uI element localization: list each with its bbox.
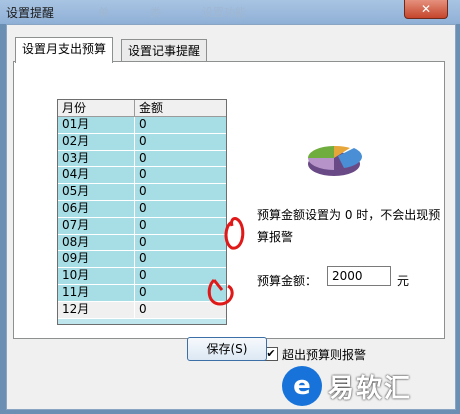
budget-unit-label: 元: [397, 274, 410, 288]
cell-month: 03月: [58, 150, 135, 167]
cell-amount[interactable]: 0: [135, 134, 226, 150]
title-bar: 设置提醒 单 类 设置功能 ✕: [0, 0, 460, 24]
cell-amount[interactable]: 0: [135, 268, 226, 284]
table-row[interactable]: 07月 0: [58, 217, 226, 235]
table-row[interactable]: 11月 0: [58, 284, 226, 302]
watermark-logo-icon: e: [282, 366, 322, 406]
budget-info-text: 预算金额设置为 0 时，不会出现预算报警: [257, 208, 441, 244]
column-header-month[interactable]: 月份: [58, 100, 135, 116]
cell-amount[interactable]: 0: [135, 201, 226, 217]
background-text: 设置功能: [202, 6, 246, 19]
cell-amount[interactable]: 0: [135, 285, 226, 301]
alarm-checkbox-label[interactable]: 超出预算则报警: [282, 346, 366, 363]
table-row[interactable]: 10月 0: [58, 268, 226, 285]
cell-month: 12月: [58, 301, 135, 318]
table-row[interactable]: 09月 0: [58, 251, 226, 269]
cell-month: 01月: [58, 117, 135, 133]
cell-amount[interactable]: 0: [135, 184, 226, 200]
table-header: 月份 金额: [58, 100, 226, 117]
cell-month: 09月: [58, 251, 135, 268]
budget-amount-label: 预算金额：: [257, 274, 318, 288]
table-row[interactable]: 01月 0: [58, 117, 226, 134]
cell-month: 05月: [58, 184, 135, 200]
cell-amount[interactable]: 0: [135, 251, 226, 267]
save-button[interactable]: 保存(S): [187, 337, 267, 361]
window-title: 设置提醒: [6, 6, 55, 20]
checkmark-icon: ✔: [266, 347, 276, 360]
tab-panel: 月份 金额 01月 0 02月 0 03月 0 04月 0 05月 0 06月 0 07月 0…: [13, 61, 445, 362]
table-row[interactable]: 06月 0: [58, 200, 226, 218]
tab-memo-reminder[interactable]: 设置记事提醒: [121, 39, 208, 62]
close-icon: ✕: [420, 2, 432, 16]
table-row[interactable]: 02月 0: [58, 133, 226, 151]
close-button[interactable]: ✕: [404, 0, 448, 19]
budget-table[interactable]: 月份 金额 01月 0 02月 0 03月 0 04月 0 05月 0 06月 0 07月 0…: [57, 99, 227, 325]
cell-month: 02月: [58, 133, 135, 150]
background-text: 单: [98, 6, 109, 19]
cell-amount[interactable]: 0: [135, 218, 226, 234]
table-row[interactable]: 12月 0: [58, 301, 226, 319]
cell-amount[interactable]: 0: [135, 151, 226, 167]
cell-month: 07月: [58, 217, 135, 234]
table-row[interactable]: 03月 0: [58, 150, 226, 168]
budget-amount-input[interactable]: 2000: [327, 266, 391, 286]
pie-chart-icon: [308, 145, 363, 176]
table-row[interactable]: 08月 0: [58, 234, 226, 252]
dialog-client: 设置月支出预算 设置记事提醒 月份 金额 01月 0 02月 0 03月 0 04月 0…: [6, 24, 456, 410]
cell-month: 08月: [58, 234, 135, 251]
cell-amount[interactable]: 0: [135, 117, 226, 133]
tab-label: 设置月支出预算: [22, 42, 107, 56]
cell-month: 11月: [58, 284, 135, 301]
tab-monthly-budget[interactable]: 设置月支出预算: [15, 37, 114, 63]
table-row[interactable]: 04月 0: [58, 167, 226, 185]
cell-amount[interactable]: 0: [135, 167, 226, 183]
cell-month: 04月: [58, 167, 135, 184]
column-header-amount[interactable]: 金额: [135, 100, 226, 116]
watermark-text: 易软汇: [328, 374, 413, 404]
cell-month: 06月: [58, 200, 135, 217]
background-text: 类: [150, 6, 161, 19]
table-row[interactable]: 05月 0: [58, 184, 226, 201]
cell-month: 10月: [58, 268, 135, 284]
cell-amount[interactable]: 0: [135, 235, 226, 251]
tab-label: 设置记事提醒: [128, 44, 201, 58]
cell-amount[interactable]: 0: [135, 302, 226, 318]
